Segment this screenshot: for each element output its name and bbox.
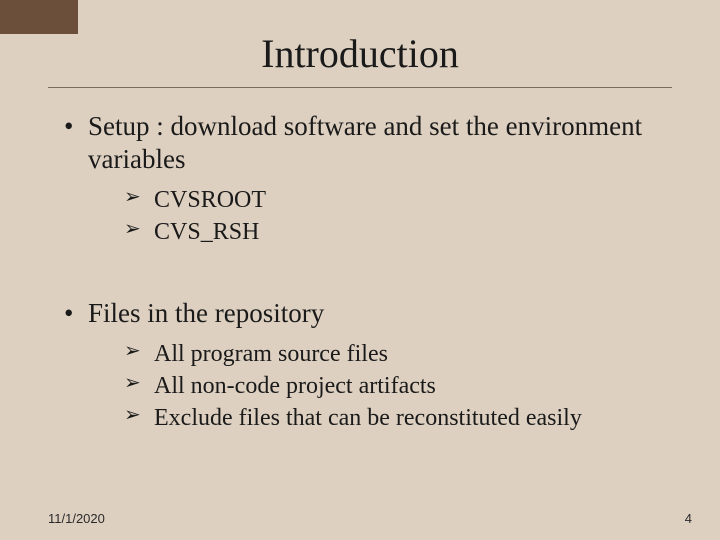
sub-item: CVS_RSH bbox=[124, 216, 660, 248]
corner-accent bbox=[0, 0, 78, 34]
sub-item: All non-code project artifacts bbox=[124, 370, 660, 402]
sub-item: Exclude files that can be reconstituted … bbox=[124, 402, 660, 434]
sub-item: CVSROOT bbox=[124, 184, 660, 216]
bullet-item: Setup : download software and set the en… bbox=[60, 110, 660, 249]
slide: Introduction Setup : download software a… bbox=[0, 0, 720, 540]
bullet-list: Setup : download software and set the en… bbox=[60, 110, 660, 435]
slide-content: Setup : download software and set the en… bbox=[0, 88, 720, 435]
sub-item: All program source files bbox=[124, 338, 660, 370]
sub-text: All non-code project artifacts bbox=[154, 373, 436, 399]
slide-title: Introduction bbox=[0, 0, 720, 77]
bullet-text: Setup : download software and set the en… bbox=[88, 111, 642, 174]
slide-footer: 11/1/2020 4 bbox=[0, 511, 720, 526]
footer-page-number: 4 bbox=[685, 511, 692, 526]
sub-text: All program source files bbox=[154, 341, 388, 367]
footer-date: 11/1/2020 bbox=[48, 511, 105, 526]
sub-list: All program source files All non-code pr… bbox=[88, 338, 660, 435]
sub-text: CVSROOT bbox=[154, 187, 266, 213]
bullet-item: Files in the repository All program sour… bbox=[60, 297, 660, 435]
sub-list: CVSROOT CVS_RSH bbox=[88, 184, 660, 249]
bullet-text: Files in the repository bbox=[88, 298, 324, 328]
sub-text: CVS_RSH bbox=[154, 219, 259, 245]
sub-text: Exclude files that can be reconstituted … bbox=[154, 405, 582, 431]
